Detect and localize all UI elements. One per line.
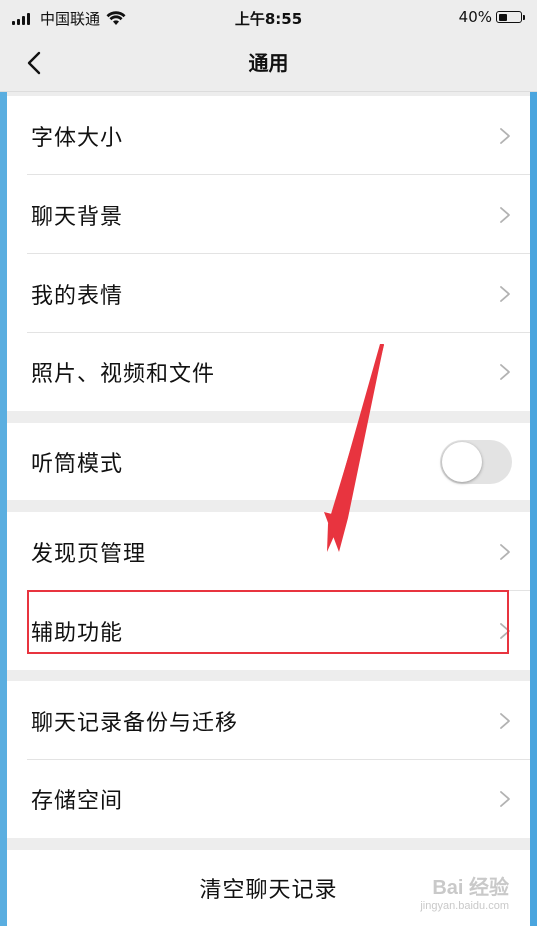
clear-chat-history-label: 清空聊天记录	[199, 878, 338, 903]
settings-item-label: 照片、视频和文件	[31, 362, 216, 387]
chevron-right-icon	[500, 206, 510, 223]
chevron-right-icon	[500, 127, 510, 144]
chevron-right-icon	[500, 364, 510, 380]
settings-item-label: 聊天背景	[31, 204, 124, 230]
settings-item-label: 字体大小	[31, 125, 124, 151]
settings-item-label: 我的表情	[31, 283, 124, 309]
nav-bar: 通用	[0, 34, 537, 92]
watermark: Bai 经验 jingyan.baidu.com	[420, 871, 509, 912]
page-title: 通用	[248, 51, 289, 75]
battery-percent: 40%	[458, 8, 492, 26]
chevron-right-icon	[500, 543, 510, 560]
watermark-sub: jingyan.baidu.com	[420, 900, 509, 912]
chevron-right-icon	[500, 285, 510, 302]
settings-item-label: 存储空间	[31, 789, 124, 814]
battery-fill	[498, 13, 507, 21]
watermark-main: Bai 经验	[432, 877, 509, 899]
settings-item-chat-backup[interactable]: 聊天记录备份与迁移	[7, 681, 530, 760]
settings-item-discover-management[interactable]: 发现页管理	[7, 512, 530, 591]
settings-item-label: 聊天记录备份与迁移	[31, 710, 239, 736]
chevron-right-icon	[500, 791, 510, 807]
right-edge-strip	[530, 0, 537, 926]
settings-item-earpiece-mode: 听筒模式	[7, 423, 530, 500]
status-right: 40%	[459, 8, 525, 26]
status-time: 上午8:55	[234, 10, 303, 28]
settings-item-my-stickers[interactable]: 我的表情	[7, 254, 530, 333]
settings-item-storage-space[interactable]: 存储空间	[7, 760, 530, 838]
toggle-knob	[442, 441, 482, 482]
settings-item-label: 听筒模式	[31, 451, 124, 477]
settings-group-earpiece: 听筒模式	[7, 423, 530, 500]
left-edge-strip	[0, 0, 7, 926]
settings-group-storage: 聊天记录备份与迁移 存储空间	[7, 681, 530, 838]
settings-item-label: 发现页管理	[31, 541, 147, 567]
settings-item-media-files[interactable]: 照片、视频和文件	[7, 333, 530, 411]
chevron-right-icon	[500, 712, 510, 729]
earpiece-mode-toggle[interactable]	[440, 439, 512, 484]
highlight-box	[27, 590, 509, 654]
settings-item-chat-background[interactable]: 聊天背景	[7, 175, 530, 254]
battery-icon	[496, 11, 522, 23]
status-bar: 中国联通 上午8:55 40%	[0, 0, 537, 34]
settings-group-display: 字体大小 聊天背景 我的表情 照片、视频和文件	[7, 96, 530, 411]
settings-item-font-size[interactable]: 字体大小	[7, 96, 530, 175]
battery-tip	[523, 14, 525, 20]
